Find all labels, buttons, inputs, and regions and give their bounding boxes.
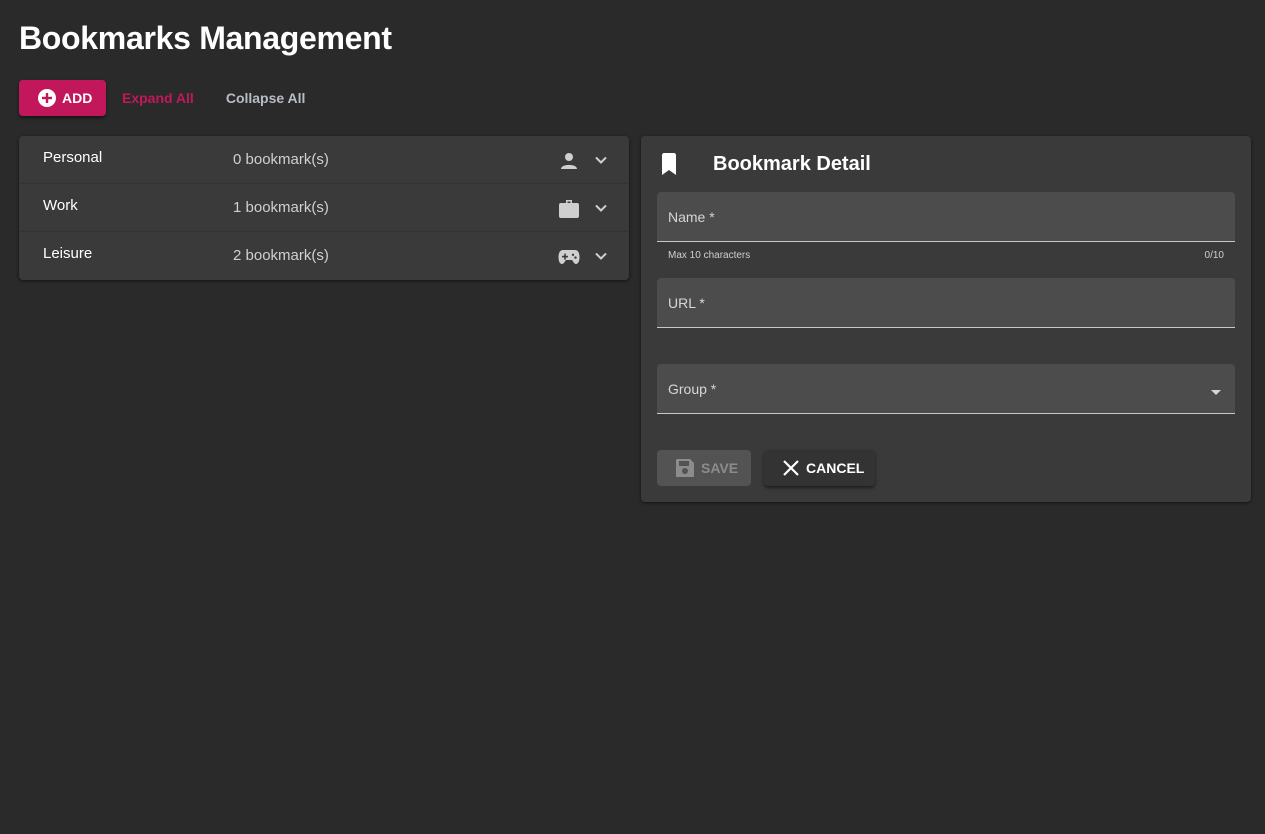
cancel-button[interactable]: CANCEL [764, 450, 875, 486]
save-button-label: SAVE [701, 460, 739, 476]
expand-all-button[interactable]: Expand All [122, 90, 194, 106]
name-field-hint: Max 10 characters [668, 250, 751, 261]
collapse-all-button[interactable]: Collapse All [226, 90, 306, 106]
add-circle-icon [37, 88, 57, 108]
bookmark-detail-panel: Bookmark Detail Name * Max 10 characters… [641, 136, 1251, 502]
close-icon [782, 459, 800, 477]
person-icon [557, 149, 581, 173]
group-bookmark-count: 1 bookmark(s) [233, 199, 329, 216]
url-field-label: URL * [668, 295, 705, 311]
gamepad-icon [557, 245, 581, 269]
save-icon [675, 458, 695, 478]
dropdown-arrow-icon [1210, 384, 1222, 395]
add-button-label: ADD [62, 90, 93, 106]
group-select[interactable]: Group * [657, 364, 1235, 414]
detail-title: Bookmark Detail [713, 153, 871, 175]
bookmark-groups-list: Personal 0 bookmark(s) Work 1 bookmark(s… [19, 136, 629, 280]
group-name: Leisure [43, 245, 93, 262]
add-button[interactable]: ADD [19, 80, 106, 116]
page-title: Bookmarks Management [19, 20, 392, 56]
save-button[interactable]: SAVE [657, 450, 751, 486]
name-field-label: Name * [668, 209, 715, 225]
url-field[interactable]: URL * [657, 278, 1235, 328]
group-name: Work [43, 197, 78, 214]
name-character-counter: 0/10 [1204, 250, 1224, 261]
chevron-down-icon[interactable] [591, 246, 611, 266]
group-select-label: Group * [668, 381, 717, 397]
group-name: Personal [43, 149, 103, 166]
chevron-down-icon[interactable] [591, 198, 611, 218]
name-field[interactable]: Name * [657, 192, 1235, 242]
group-bookmark-count: 0 bookmark(s) [233, 151, 329, 168]
group-row-leisure[interactable]: Leisure 2 bookmark(s) [19, 232, 629, 280]
chevron-down-icon[interactable] [591, 150, 611, 170]
group-bookmark-count: 2 bookmark(s) [233, 247, 329, 264]
bookmark-icon [659, 153, 679, 175]
briefcase-icon [557, 197, 581, 221]
group-row-work[interactable]: Work 1 bookmark(s) [19, 184, 629, 232]
cancel-button-label: CANCEL [806, 460, 865, 476]
toolbar: ADD Expand All Collapse All [19, 80, 305, 116]
group-row-personal[interactable]: Personal 0 bookmark(s) [19, 136, 629, 184]
page: Bookmarks Management ADD Expand All Coll… [0, 0, 1265, 834]
